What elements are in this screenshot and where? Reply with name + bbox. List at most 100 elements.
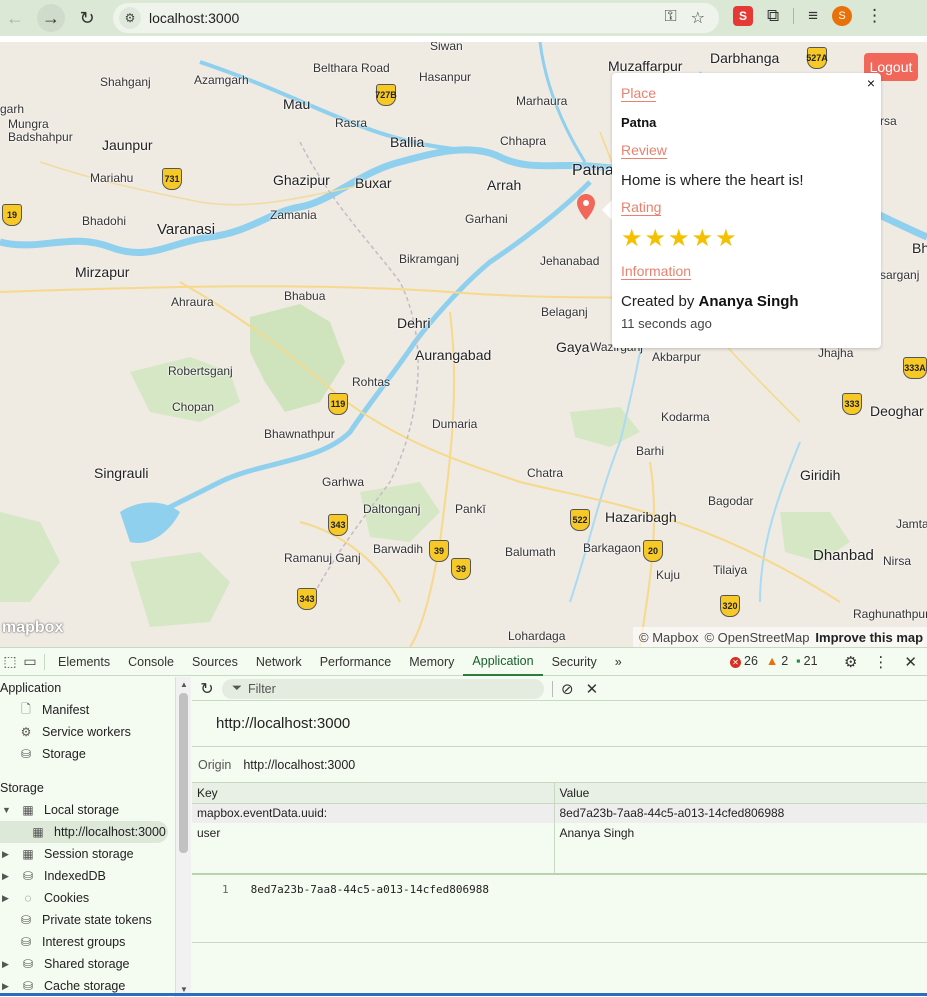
created-prefix: Created by — [621, 293, 695, 310]
site-info-icon[interactable]: ⚙ — [119, 7, 141, 29]
key-column-header[interactable]: Key — [192, 783, 555, 804]
map-pin-icon[interactable] — [577, 194, 595, 220]
expanded-triangle-icon[interactable]: ▼ — [2, 805, 12, 815]
tab-elements[interactable]: Elements — [49, 648, 119, 676]
bookmark-star-icon[interactable]: ☆ — [691, 8, 705, 28]
highway-shield: 527A — [806, 47, 828, 69]
map-place-label: Bhabua — [284, 289, 326, 303]
extensions-puzzle-icon[interactable]: ⧉ — [767, 6, 779, 26]
database-icon: ⛁ — [22, 869, 34, 883]
back-arrow-icon[interactable]: ← — [1, 4, 29, 32]
forward-arrow-icon[interactable]: → — [37, 4, 65, 32]
review-label: Review — [621, 142, 667, 159]
sidebar-item-local-storage[interactable]: ▼ ▦ Local storage — [0, 799, 175, 821]
mapbox-logo[interactable]: mapbox — [2, 619, 63, 637]
more-tabs-icon[interactable]: » — [606, 648, 631, 676]
settings-gear-icon[interactable]: ⚙ — [844, 653, 857, 671]
media-controls-icon[interactable]: ≡ — [808, 6, 818, 26]
table-row[interactable]: user Ananya Singh — [192, 823, 927, 843]
sidebar-scrollbar[interactable]: ▲ ▼ — [175, 677, 191, 997]
menu-kebab-icon[interactable]: ⋮ — [866, 6, 883, 26]
tab-security[interactable]: Security — [543, 648, 606, 676]
value-preview: 1 8ed7a23b-7aa8-44c5-a013-14cfed806988 — [192, 875, 927, 896]
scrollbar-thumb[interactable] — [179, 693, 188, 853]
inspect-element-icon[interactable]: ⬚ — [0, 653, 20, 670]
mapbox-attribution-link[interactable]: © Mapbox — [639, 630, 698, 645]
filter-input[interactable]: ⏷ Filter — [222, 678, 544, 699]
sidebar-item-private-state-tokens[interactable]: ⛁ Private state tokens — [0, 909, 175, 931]
sidebar-item-storage[interactable]: ⛁ Storage — [0, 743, 175, 765]
close-icon[interactable]: × — [867, 75, 875, 91]
tab-sources[interactable]: Sources — [183, 648, 247, 676]
message-icon: ▪ — [796, 654, 801, 668]
table-cell-empty[interactable] — [192, 843, 555, 873]
devtools-menu-icon[interactable]: ⋮ — [873, 653, 888, 671]
sidebar-item-indexeddb[interactable]: ▶ ⛁ IndexedDB — [0, 865, 175, 887]
table-cell-value[interactable]: Ananya Singh — [554, 823, 927, 843]
popup-tip — [602, 200, 612, 220]
review-value: Home is where the heart is! — [621, 172, 804, 189]
origin-heading: http://localhost:3000 — [192, 701, 927, 747]
sidebar-item-shared-storage[interactable]: ▶ ⛁ Shared storage — [0, 953, 175, 975]
collapsed-triangle-icon[interactable]: ▶ — [2, 959, 12, 970]
tab-application[interactable]: Application — [463, 648, 543, 676]
sidebar-item-cookies[interactable]: ▶ ◌ Cookies — [0, 887, 175, 909]
sidebar-item-service-workers[interactable]: ⚙ Service workers — [0, 721, 175, 743]
map-place-label: Zamania — [270, 208, 317, 222]
tab-memory[interactable]: Memory — [400, 648, 463, 676]
table-cell-key[interactable]: mapbox.eventData.uuid: — [192, 803, 555, 823]
address-bar[interactable]: ⚙ localhost:3000 ⚿ ☆ — [113, 3, 719, 33]
table-cell-key[interactable]: user — [192, 823, 555, 843]
map-place-label: rsa — [880, 114, 897, 128]
created-by-name: Ananya Singh — [698, 293, 799, 310]
sidebar-section-application: Application — [0, 681, 62, 695]
storage-table-wrap: Key Value mapbox.eventData.uuid: 8ed7a23… — [192, 783, 927, 875]
map-place-label: garh — [0, 102, 25, 116]
devtools-tabbar: ⬚ ▭ Elements Console Sources Network Per… — [0, 648, 927, 676]
table-cell-value[interactable]: 8ed7a23b-7aa8-44c5-a013-14cfed806988 — [554, 803, 927, 823]
origin-label: Origin — [198, 757, 232, 772]
map-place-label: Jehanabad — [540, 254, 600, 268]
sidebar-item-interest-groups[interactable]: ⛁ Interest groups — [0, 931, 175, 953]
clear-all-icon[interactable]: ⊘ — [561, 680, 574, 698]
device-toolbar-icon[interactable]: ▭ — [20, 653, 40, 670]
tab-divider — [44, 653, 45, 670]
map-place-label: Bhawnathpur — [264, 427, 335, 441]
collapsed-triangle-icon[interactable]: ▶ — [2, 893, 12, 904]
collapsed-triangle-icon[interactable]: ▶ — [2, 981, 12, 992]
map-place-label: Barhi — [636, 444, 665, 458]
local-storage-table: Key Value mapbox.eventData.uuid: 8ed7a23… — [192, 783, 927, 873]
url-text[interactable]: localhost:3000 — [149, 10, 239, 26]
close-devtools-icon[interactable]: ✕ — [904, 653, 917, 671]
map-place-label: Singrauli — [94, 465, 149, 481]
value-column-header[interactable]: Value — [554, 783, 927, 804]
key-icon[interactable]: ⚿ — [664, 8, 676, 28]
osm-attribution-link[interactable]: © OpenStreetMap — [704, 630, 809, 645]
issue-counts[interactable]: ✕ 26 ▲ 2 ▪ 21 — [730, 654, 818, 668]
sidebar-item-manifest[interactable]: 🗋 Manifest — [0, 699, 175, 721]
map-place-label: Siwan — [430, 42, 463, 53]
tab-console[interactable]: Console — [119, 648, 183, 676]
map-place-label: Pankī — [455, 502, 486, 516]
table-row-empty[interactable] — [192, 843, 927, 873]
collapsed-triangle-icon[interactable]: ▶ — [2, 871, 12, 882]
table-row[interactable]: mapbox.eventData.uuid: 8ed7a23b-7aa8-44c… — [192, 803, 927, 823]
delete-selected-icon[interactable]: ✕ — [586, 680, 599, 698]
map-place-label: Buxar — [355, 175, 392, 191]
improve-map-link[interactable]: Improve this map — [815, 630, 923, 645]
map-place-label: Mirzapur — [75, 264, 130, 280]
tab-network[interactable]: Network — [247, 648, 311, 676]
tab-performance[interactable]: Performance — [311, 648, 401, 676]
scroll-up-icon[interactable]: ▲ — [180, 680, 188, 689]
extension-icon[interactable]: S — [733, 6, 753, 26]
table-cell-empty[interactable] — [554, 843, 927, 873]
reload-icon[interactable]: ↻ — [73, 4, 101, 32]
application-sidebar: Application 🗋 Manifest ⚙ Service workers ⛁… — [0, 677, 175, 997]
place-label: Place — [621, 85, 657, 102]
sidebar-item-session-storage[interactable]: ▶ ▦ Session storage — [0, 843, 175, 865]
highway-shield: 320 — [720, 595, 740, 617]
collapsed-triangle-icon[interactable]: ▶ — [2, 849, 12, 860]
sidebar-item-localhost-origin[interactable]: ▦ http://localhost:3000 — [0, 821, 168, 843]
refresh-icon[interactable]: ↻ — [192, 679, 222, 699]
profile-avatar[interactable]: S — [832, 6, 853, 26]
